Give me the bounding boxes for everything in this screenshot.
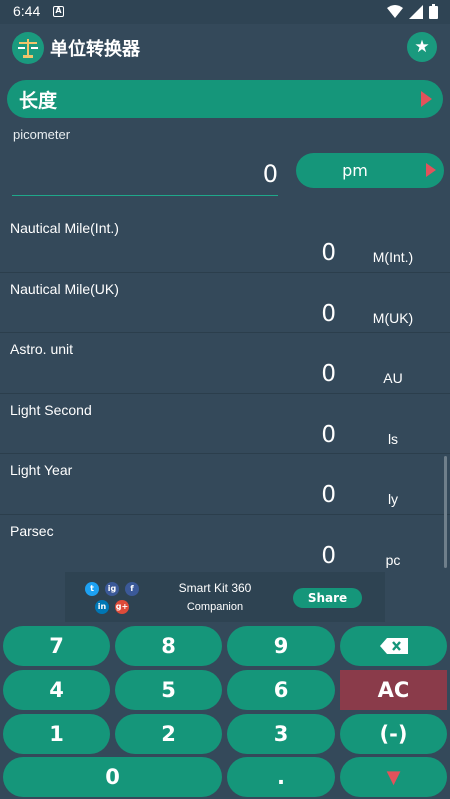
result-value: 0 bbox=[321, 421, 336, 448]
result-value: 0 bbox=[321, 240, 336, 266]
negate-button[interactable]: (-) bbox=[340, 714, 447, 754]
result-row[interactable]: Light Second 0 ls bbox=[0, 394, 450, 454]
hide-keypad-button[interactable]: ▼ bbox=[340, 757, 447, 797]
facebook-icon[interactable]: f bbox=[125, 582, 139, 596]
chevron-down-icon: ▼ bbox=[386, 766, 401, 788]
system-icons bbox=[387, 4, 438, 19]
category-selector[interactable]: 长度 bbox=[7, 80, 443, 118]
result-value: 0 bbox=[321, 542, 336, 569]
source-value-input[interactable]: 0 bbox=[12, 152, 278, 196]
result-unit-name: Parsec bbox=[10, 522, 54, 539]
battery-icon bbox=[429, 4, 438, 19]
result-unit-name: Astro. unit bbox=[10, 341, 74, 357]
result-unit-symbol: ly bbox=[387, 491, 399, 507]
source-unit-name: picometer bbox=[13, 127, 71, 142]
result-value: 0 bbox=[321, 482, 336, 508]
key-2[interactable]: 2 bbox=[115, 714, 222, 754]
app-bar: 单位转换器 ★ bbox=[0, 24, 450, 72]
result-row[interactable]: Light Year 0 ly bbox=[0, 454, 450, 515]
key-0[interactable]: 0 bbox=[3, 757, 222, 797]
keypad: 7 8 9 4 5 6 AC 1 2 3 (-) 0 . ▼ bbox=[0, 622, 450, 799]
backspace-button[interactable] bbox=[340, 626, 447, 666]
decimal-button[interactable]: . bbox=[227, 757, 335, 797]
key-8[interactable]: 8 bbox=[115, 626, 222, 666]
key-9[interactable]: 9 bbox=[227, 626, 335, 666]
result-unit-symbol: M(Int.) bbox=[372, 249, 414, 265]
scale-icon bbox=[12, 32, 44, 64]
wifi-icon bbox=[387, 4, 403, 18]
key-7[interactable]: 7 bbox=[3, 626, 110, 666]
result-unit-name: Light Second bbox=[10, 401, 92, 418]
google-plus-icon[interactable]: g+ bbox=[115, 600, 129, 614]
result-unit-symbol: M(UK) bbox=[372, 309, 414, 326]
notification-icon: A bbox=[53, 6, 64, 17]
result-row[interactable]: Nautical Mile(Int.) 0 M(Int.) bbox=[0, 212, 450, 273]
source-unit-symbol: pm bbox=[342, 161, 368, 180]
result-value: 0 bbox=[321, 300, 336, 327]
status-time: 6:44 bbox=[13, 3, 41, 19]
star-icon: ★ bbox=[414, 37, 430, 57]
ad-subtitle: Companion bbox=[186, 601, 244, 613]
linkedin-icon[interactable]: in bbox=[95, 600, 109, 614]
result-value: 0 bbox=[321, 361, 336, 387]
result-row[interactable]: Parsec 0 pc bbox=[0, 515, 450, 573]
result-unit-symbol: ls bbox=[387, 430, 399, 447]
result-unit-symbol: pc bbox=[385, 551, 401, 568]
key-3[interactable]: 3 bbox=[227, 714, 335, 754]
key-4[interactable]: 4 bbox=[3, 670, 110, 710]
result-unit-name: Nautical Mile(UK) bbox=[10, 280, 119, 297]
result-row[interactable]: Astro. unit 0 AU bbox=[0, 333, 450, 394]
source-unit-button[interactable]: pm bbox=[296, 153, 444, 188]
share-button[interactable]: Share bbox=[293, 588, 362, 608]
result-unit-name: Nautical Mile(Int.) bbox=[10, 220, 119, 236]
results-scrollbar[interactable] bbox=[444, 456, 447, 568]
results-list[interactable]: Nautical Mile(Int.) 0 M(Int.) Nautical M… bbox=[0, 212, 450, 572]
status-bar: 6:44 A bbox=[0, 0, 450, 24]
key-1[interactable]: 1 bbox=[3, 714, 110, 754]
result-row[interactable]: Nautical Mile(UK) 0 M(UK) bbox=[0, 273, 450, 333]
instagram-icon[interactable]: ig bbox=[105, 582, 119, 596]
category-label: 长度 bbox=[19, 90, 58, 112]
app-title: 单位转换器 bbox=[50, 39, 140, 60]
favorite-button[interactable]: ★ bbox=[407, 32, 437, 62]
result-unit-symbol: AU bbox=[383, 370, 403, 386]
ad-banner[interactable]: t ig f in g+ Smart Kit 360 Companion Sha… bbox=[65, 572, 385, 622]
ad-title: Smart Kit 360 bbox=[178, 581, 252, 595]
play-arrow-icon bbox=[426, 163, 436, 177]
play-arrow-icon bbox=[421, 91, 432, 107]
clear-all-button[interactable]: AC bbox=[340, 670, 447, 710]
result-unit-name: Light Year bbox=[10, 462, 73, 478]
backspace-icon bbox=[379, 638, 408, 654]
key-6[interactable]: 6 bbox=[227, 670, 335, 710]
signal-icon bbox=[409, 4, 423, 19]
twitter-icon[interactable]: t bbox=[85, 582, 99, 596]
key-5[interactable]: 5 bbox=[115, 670, 222, 710]
